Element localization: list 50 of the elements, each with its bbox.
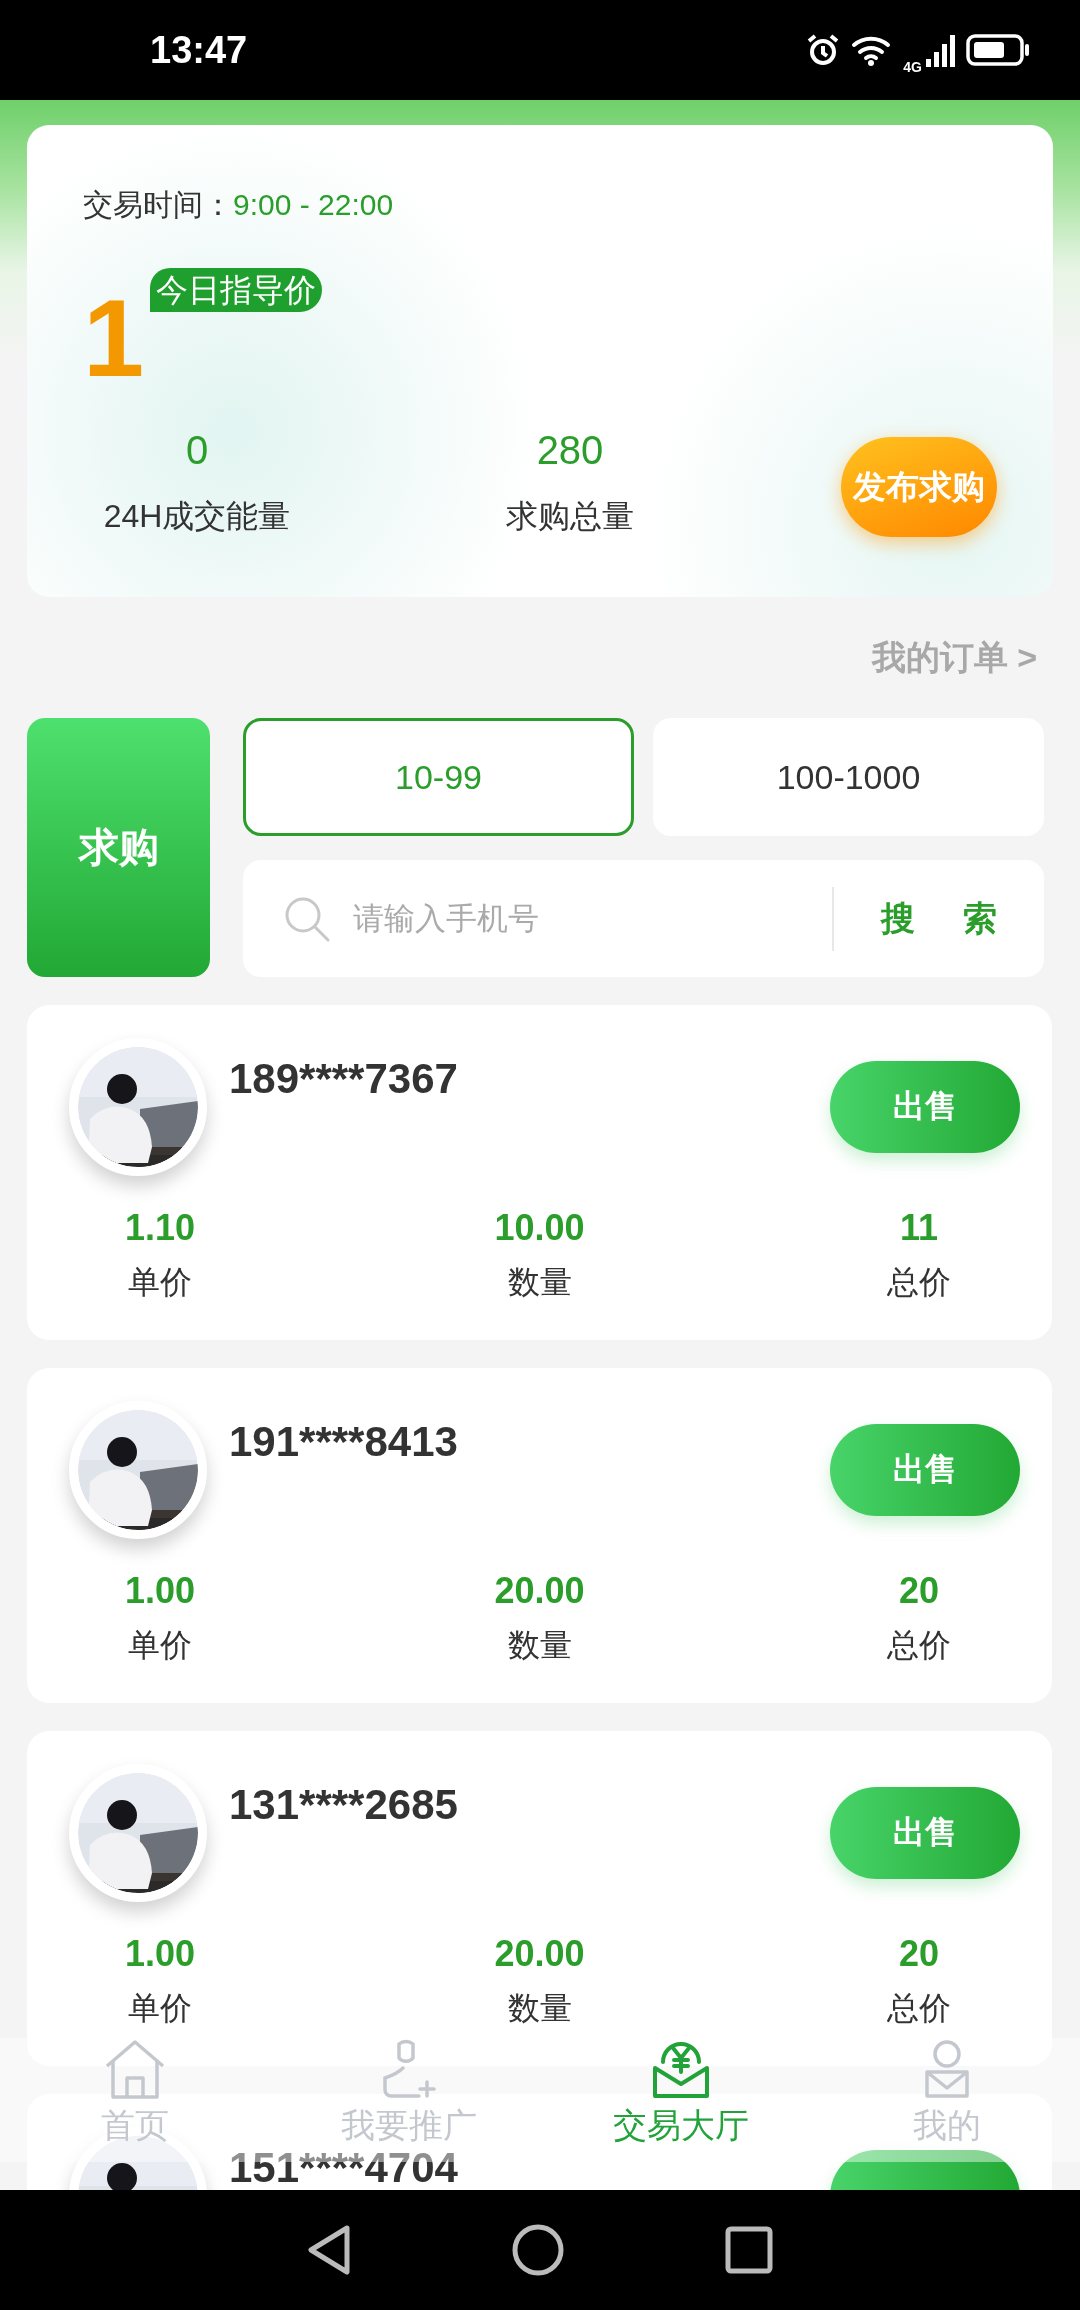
phone-number: 191****8413 xyxy=(229,1418,458,1466)
stat-value: 280 xyxy=(536,427,604,474)
stat-value: 20 xyxy=(898,1933,939,1975)
stat-label: 24H成交能量 xyxy=(103,497,291,536)
stat-value: 1.10 xyxy=(124,1207,196,1249)
nav-tab[interactable]: 我的 xyxy=(814,2038,1080,2162)
stat-value: 20.00 xyxy=(494,1933,585,1975)
sell-button[interactable]: 出售 xyxy=(830,1787,1020,1879)
sell-button[interactable]: 出售 xyxy=(830,1424,1020,1516)
phone-number: 131****2685 xyxy=(229,1781,458,1829)
phone-number: 189****7367 xyxy=(229,1055,458,1103)
my-orders-link[interactable]: 我的订单 > xyxy=(871,635,1037,681)
guide-price: 1 xyxy=(83,275,145,393)
stat-value: 20 xyxy=(898,1570,939,1612)
stat-label: 总价 xyxy=(887,1263,951,1302)
battery-icon xyxy=(966,33,1030,67)
phone-number: 151****4704 xyxy=(229,2144,458,2190)
nav-tab[interactable]: 交易大厅 xyxy=(548,2038,814,2162)
stat-value: 10.00 xyxy=(494,1207,585,1249)
stat-label: 数量 xyxy=(507,1989,572,2028)
buy-button[interactable]: 求购 xyxy=(27,718,210,977)
stat-value: 20.00 xyxy=(494,1570,585,1612)
stat-value: 1.00 xyxy=(124,1570,196,1612)
trade-time-value: 9:00 - 22:00 xyxy=(233,188,394,222)
home-icon[interactable] xyxy=(511,2223,565,2277)
stat-label: 求购总量 xyxy=(506,497,634,536)
stat-label: 总价 xyxy=(887,1989,951,2028)
range-tab[interactable]: 10-99 xyxy=(243,718,634,836)
stat-label: 总价 xyxy=(887,1626,951,1665)
sell-button[interactable]: 出售 xyxy=(830,1061,1020,1153)
stat-value: 0 xyxy=(185,427,209,474)
publish-button[interactable]: 发布求购 xyxy=(841,437,997,537)
signal-icon xyxy=(926,33,956,67)
stat-label: 单价 xyxy=(128,1263,192,1302)
search-field[interactable]: 请输入手机号 搜 索 xyxy=(243,860,1044,977)
stat-value: 1.00 xyxy=(124,1933,196,1975)
network-type: 4G xyxy=(903,59,922,75)
stat-label: 数量 xyxy=(507,1626,572,1665)
stat-label: 单价 xyxy=(128,1989,192,2028)
stat-value: 11 xyxy=(899,1207,939,1249)
trade-time-label: 交易时间： xyxy=(83,186,233,223)
range-tab[interactable]: 100-1000 xyxy=(653,718,1044,836)
home-icon xyxy=(103,2038,167,2100)
clock-time: 13:47 xyxy=(150,28,248,72)
back-icon[interactable] xyxy=(307,2224,351,2276)
guide-price-badge: 今日指导价 xyxy=(150,268,323,312)
stat-label: 单价 xyxy=(128,1626,192,1665)
search-button[interactable]: 搜 索 xyxy=(834,894,1044,943)
recents-icon[interactable] xyxy=(725,2226,773,2274)
stat-label: 数量 xyxy=(507,1263,572,1302)
